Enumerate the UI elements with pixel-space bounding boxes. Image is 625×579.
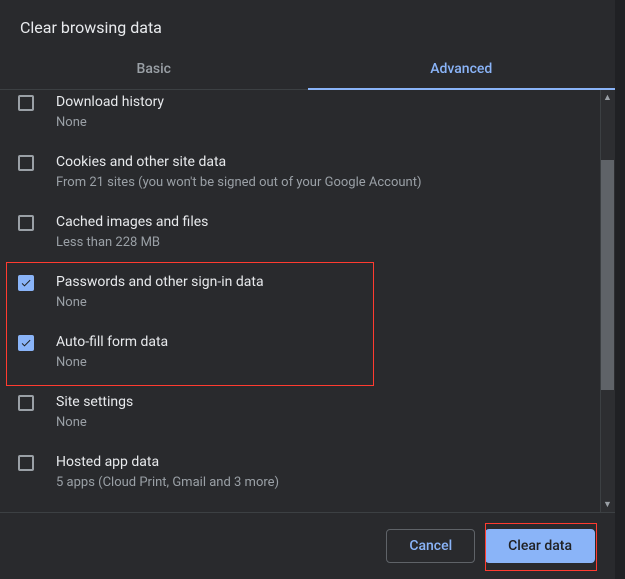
checkbox-cookies[interactable] xyxy=(18,155,34,171)
item-title: Site settings xyxy=(56,392,133,412)
tab-advanced[interactable]: Advanced xyxy=(308,51,616,89)
dialog-footer: Cancel Clear data xyxy=(0,512,615,579)
item-title: Cookies and other site data xyxy=(56,152,421,172)
item-title: Hosted app data xyxy=(56,452,279,472)
item-sub: From 21 sites (you won't be signed out o… xyxy=(56,174,421,192)
item-text: Cached images and files Less than 228 MB xyxy=(56,212,208,252)
content-area: Download history None Cookies and other … xyxy=(0,90,615,512)
item-title: Download history xyxy=(56,92,164,112)
list-item: Hosted app data 5 apps (Cloud Print, Gma… xyxy=(0,442,607,502)
list-item: Site settings None xyxy=(0,382,607,442)
checkbox-download-history[interactable] xyxy=(18,95,34,111)
item-sub: None xyxy=(56,114,164,132)
checkbox-cache[interactable] xyxy=(18,215,34,231)
item-sub: 5 apps (Cloud Print, Gmail and 3 more) xyxy=(56,474,279,492)
item-sub: Less than 228 MB xyxy=(56,234,208,252)
cancel-button[interactable]: Cancel xyxy=(386,529,475,563)
item-title: Passwords and other sign-in data xyxy=(56,272,264,292)
scroll-down-icon[interactable]: ▼ xyxy=(600,497,615,512)
check-icon xyxy=(20,276,32,290)
checkbox-hosted-apps[interactable] xyxy=(18,455,34,471)
list-item: Cookies and other site data From 21 site… xyxy=(0,142,607,202)
tab-basic[interactable]: Basic xyxy=(0,51,308,89)
list-item: Auto-fill form data None xyxy=(0,322,607,382)
list-item: Cached images and files Less than 228 MB xyxy=(0,202,607,262)
clear-data-button[interactable]: Clear data xyxy=(485,529,595,563)
item-text: Passwords and other sign-in data None xyxy=(56,272,264,312)
checkbox-passwords[interactable] xyxy=(18,275,34,291)
item-text: Hosted app data 5 apps (Cloud Print, Gma… xyxy=(56,452,279,492)
checkbox-autofill[interactable] xyxy=(18,335,34,351)
item-sub: None xyxy=(56,414,133,432)
item-text: Site settings None xyxy=(56,392,133,432)
list-item: Passwords and other sign-in data None xyxy=(0,262,607,322)
scroll-area[interactable]: Download history None Cookies and other … xyxy=(0,90,615,512)
scrollbar-thumb[interactable] xyxy=(601,160,614,390)
item-text: Cookies and other site data From 21 site… xyxy=(56,152,421,192)
item-text: Download history None xyxy=(56,92,164,132)
dialog-title: Clear browsing data xyxy=(0,0,615,51)
scrollbar-track[interactable]: ▲ ▼ xyxy=(600,90,615,512)
list-item: Download history None xyxy=(0,90,607,142)
tabs: Basic Advanced xyxy=(0,51,615,90)
item-sub: None xyxy=(56,354,168,372)
checkbox-site-settings[interactable] xyxy=(18,395,34,411)
item-sub: None xyxy=(56,294,264,312)
item-text: Auto-fill form data None xyxy=(56,332,168,372)
item-title: Auto-fill form data xyxy=(56,332,168,352)
check-icon xyxy=(20,336,32,350)
clear-browsing-data-dialog: Clear browsing data Basic Advanced Downl… xyxy=(0,0,615,579)
item-title: Cached images and files xyxy=(56,212,208,232)
scroll-up-icon[interactable]: ▲ xyxy=(600,90,615,105)
